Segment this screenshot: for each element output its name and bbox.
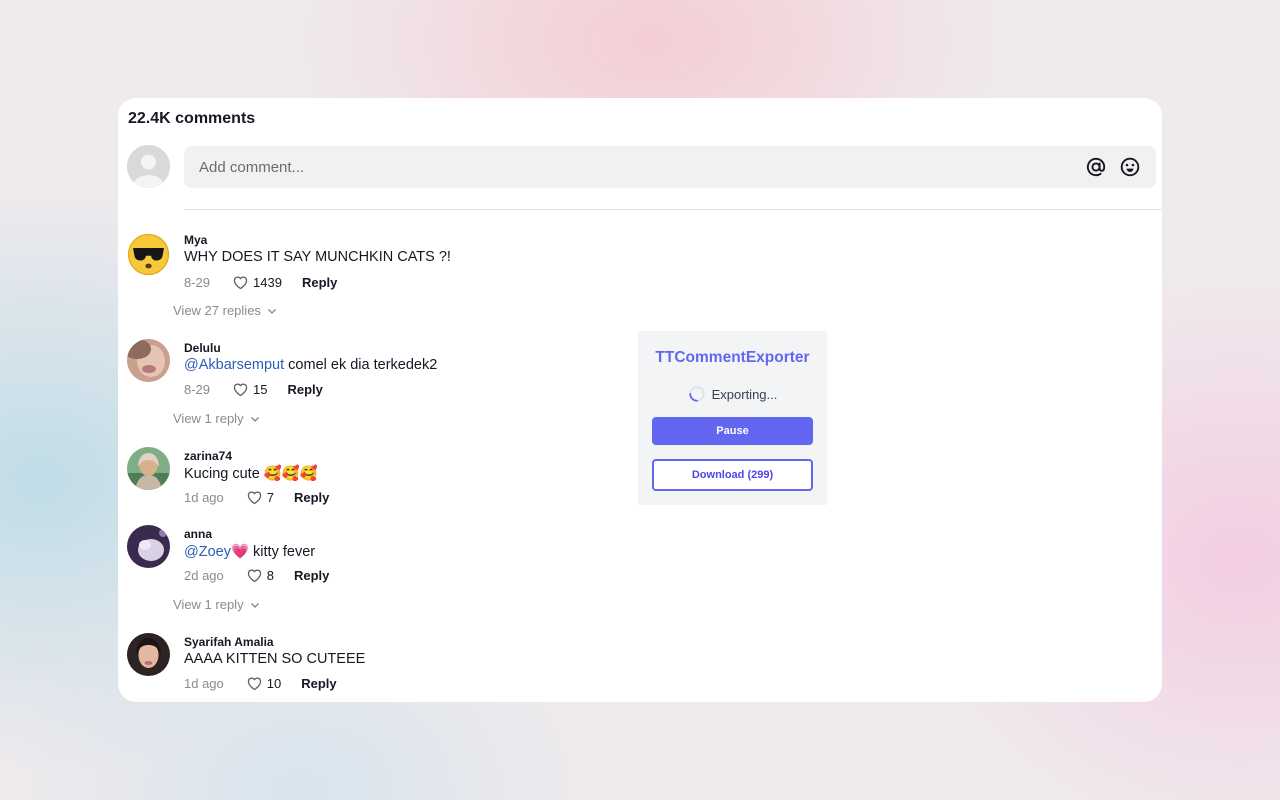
spinner-icon [688,386,705,402]
like-count: 1439 [253,274,282,290]
view-replies-button[interactable]: View 27 replies [173,303,278,318]
comment-meta: 1d ago 7 Reply [184,487,329,507]
user-photo-icon [127,339,170,382]
avatar[interactable] [127,447,170,490]
heart-outline-icon [247,491,261,504]
download-button[interactable]: Download (299) [652,459,813,491]
like-count: 15 [253,381,268,397]
comment-meta: 2d ago 8 Reply [184,565,329,585]
heart-outline-icon [233,276,248,289]
comment-username[interactable]: anna [184,527,212,541]
at-sign-icon[interactable] [1084,155,1108,179]
avatar[interactable] [127,633,170,676]
heart-outline-icon [247,677,261,690]
like-button[interactable]: 7 [246,489,274,506]
comment-username[interactable]: Delulu [184,341,221,355]
view-replies-button[interactable]: View 1 reply [173,411,261,426]
add-comment-input[interactable] [184,146,1064,188]
like-count: 10 [266,675,282,691]
smiley-icon[interactable] [1118,155,1142,179]
comment-text: @Zoey💗 kitty fever [184,543,315,560]
pause-button[interactable]: Pause [652,417,813,445]
comment-text-body: AAAA KITTEN SO CUTEEE [184,651,366,667]
reply-button[interactable]: Reply [288,382,323,397]
view-replies-button[interactable]: View 1 reply [173,597,261,612]
export-status-text: Exporting... [711,386,778,402]
like-count: 7 [266,489,274,505]
comment-text: WHY DOES IT SAY MUNCHKIN CATS ?! [184,249,451,265]
like-button[interactable]: 15 [232,381,268,398]
reply-button[interactable]: Reply [302,275,337,290]
reply-button[interactable]: Reply [294,568,329,583]
avatar[interactable] [127,525,170,568]
default-avatar-icon [127,145,170,188]
view-replies-label: View 1 reply [173,597,244,612]
comment-date: 8-29 [184,381,211,397]
comment-meta: 8-29 1439 Reply [184,272,337,292]
comment-username[interactable]: Mya [184,233,207,247]
user-photo-icon [127,633,170,676]
export-status: Exporting... [638,385,827,403]
like-button[interactable]: 8 [246,567,274,584]
comment-text: @Akbarsemput comel ek dia terkedek2 [184,357,437,373]
comment-meta: 8-29 15 Reply [184,379,323,399]
like-button[interactable]: 1439 [232,274,282,291]
comment-exporter-panel: TTCommentExporter Exporting... Pause Dow… [638,331,827,505]
comment-username[interactable]: Syarifah Amalia [184,635,274,649]
mention-link[interactable]: @Akbarsemput [184,357,284,373]
avatar[interactable] [127,233,170,276]
comment-text-body: WHY DOES IT SAY MUNCHKIN CATS ?! [184,249,451,265]
user-photo-icon [127,447,170,490]
current-user-avatar [127,145,170,188]
sunglasses-emoji-avatar-icon [127,233,170,276]
chevron-down-icon [267,308,276,314]
comment-text-body: Kucing cute 🥰🥰🥰 [184,466,318,482]
comments-count-title: 22.4K comments [128,110,256,127]
divider [184,209,1162,210]
view-replies-label: View 27 replies [173,303,261,318]
reply-button[interactable]: Reply [301,676,336,691]
reply-button[interactable]: Reply [294,490,329,505]
comment-date: 1d ago [184,489,224,505]
comment-date: 1d ago [184,675,224,691]
comment-text-body: 💗 kitty fever [230,544,316,560]
chevron-down-icon [250,602,259,608]
add-comment-box [184,146,1156,188]
heart-outline-icon [233,383,248,396]
heart-outline-icon [247,569,261,582]
view-replies-label: View 1 reply [173,411,244,426]
mention-link[interactable]: @Zoey [184,544,231,560]
avatar[interactable] [127,339,170,382]
comment-text: AAAA KITTEN SO CUTEEE [184,651,365,667]
exporter-title: TTCommentExporter [655,349,810,366]
like-button[interactable]: 10 [246,675,281,692]
comment-text: Kucing cute 🥰🥰🥰 [184,465,318,482]
comment-username[interactable]: zarina74 [184,449,232,463]
comment-meta: 1d ago 10 Reply [184,673,337,693]
comment-date: 2d ago [184,567,224,583]
user-photo-icon [127,525,170,568]
comment-text-body: comel ek dia terkedek2 [284,357,438,373]
chevron-down-icon [250,416,259,422]
like-count: 8 [266,567,274,583]
comment-date: 8-29 [184,274,211,290]
